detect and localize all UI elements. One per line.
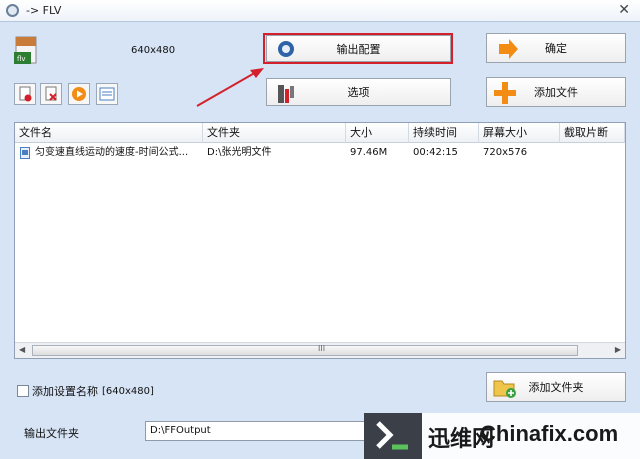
ok-button[interactable]: 确定 — [486, 33, 626, 63]
scrollbar-thumb[interactable]: III — [32, 344, 578, 356]
ok-label: 确定 — [545, 42, 567, 55]
scroll-grip: III — [318, 344, 326, 353]
cell-duration: 00:42:15 — [413, 147, 458, 158]
resolution-label: 640x480 — [131, 45, 176, 56]
clear-list-button[interactable] — [14, 83, 36, 105]
output-folder-field[interactable]: D:\FFOutput — [145, 421, 375, 441]
flv-file-icon: flv — [14, 36, 37, 64]
column-header-size[interactable]: 大小 — [346, 123, 409, 143]
clear-icon — [19, 86, 32, 102]
table-header: 文件名 文件夹 大小 持续时间 屏幕大小 截取片断 — [15, 123, 625, 143]
remove-file-button[interactable] — [40, 83, 62, 105]
add-folder-button[interactable]: 添加文件夹 — [486, 372, 626, 402]
options-button[interactable]: 选项 — [266, 78, 451, 106]
close-icon[interactable]: ✕ — [618, 2, 630, 18]
cell-size: 97.46M — [350, 147, 388, 158]
cell-folder: D:\张光明文件 — [207, 147, 272, 158]
add-setting-name-row[interactable]: 添加设置名称 [640x480] — [17, 383, 154, 399]
add-file-button[interactable]: 添加文件 — [486, 77, 626, 107]
horizontal-scrollbar[interactable]: ◀ III ▶ — [15, 342, 625, 358]
column-header-folder[interactable]: 文件夹 — [203, 123, 346, 143]
remove-icon — [45, 86, 57, 101]
media-info-button[interactable] — [96, 83, 118, 105]
plus-icon — [494, 82, 516, 104]
main-panel: flv 640x480 输出配置 选项 确定 添加文件 文件名 文件夹 大小 持… — [0, 22, 640, 459]
file-list-table[interactable]: 文件名 文件夹 大小 持续时间 屏幕大小 截取片断 匀变速直线运动的速度-时间公… — [14, 122, 626, 359]
column-header-duration[interactable]: 持续时间 — [409, 123, 479, 143]
svg-text:flv: flv — [17, 55, 26, 63]
tools-icon — [278, 85, 294, 103]
add-setting-name-checkbox[interactable] — [17, 385, 29, 397]
column-header-screen-size[interactable]: 屏幕大小 — [479, 123, 560, 143]
watermark: 迅维网 Chinafix.com — [364, 413, 640, 459]
scroll-left-icon[interactable]: ◀ — [19, 345, 25, 354]
title-bar: -> FLV ✕ — [0, 0, 640, 22]
column-header-clip[interactable]: 截取片断 — [560, 123, 625, 143]
cell-clip — [560, 144, 625, 162]
add-setting-name-value: [640x480] — [102, 385, 154, 397]
folder-add-icon — [493, 380, 516, 398]
column-header-filename[interactable]: 文件名 — [15, 123, 203, 143]
annotation-arrow-icon — [196, 68, 264, 107]
info-icon — [99, 87, 115, 101]
highlight-box — [263, 33, 453, 64]
options-label: 选项 — [347, 86, 370, 99]
add-file-label: 添加文件 — [534, 86, 578, 99]
cell-screen-size: 720x576 — [483, 147, 528, 158]
arrow-right-icon — [499, 39, 518, 59]
table-row[interactable]: 匀变速直线运动的速度-时间公式... D:\张光明文件 97.46M 00:42… — [15, 144, 625, 162]
add-folder-label: 添加文件夹 — [528, 381, 584, 394]
window-title: -> FLV — [26, 4, 62, 17]
watermark-brand-en: Chinafix.com — [480, 421, 619, 446]
watermark-logo-icon — [364, 413, 422, 459]
cell-filename: 匀变速直线运动的速度-时间公式... — [35, 147, 189, 158]
scroll-right-icon[interactable]: ▶ — [615, 345, 621, 354]
play-button[interactable] — [68, 83, 90, 105]
app-icon — [6, 4, 19, 17]
play-icon — [72, 87, 86, 101]
output-folder-label: 输出文件夹 — [24, 427, 79, 440]
add-setting-name-label: 添加设置名称 — [32, 385, 98, 398]
video-file-icon — [20, 147, 30, 159]
